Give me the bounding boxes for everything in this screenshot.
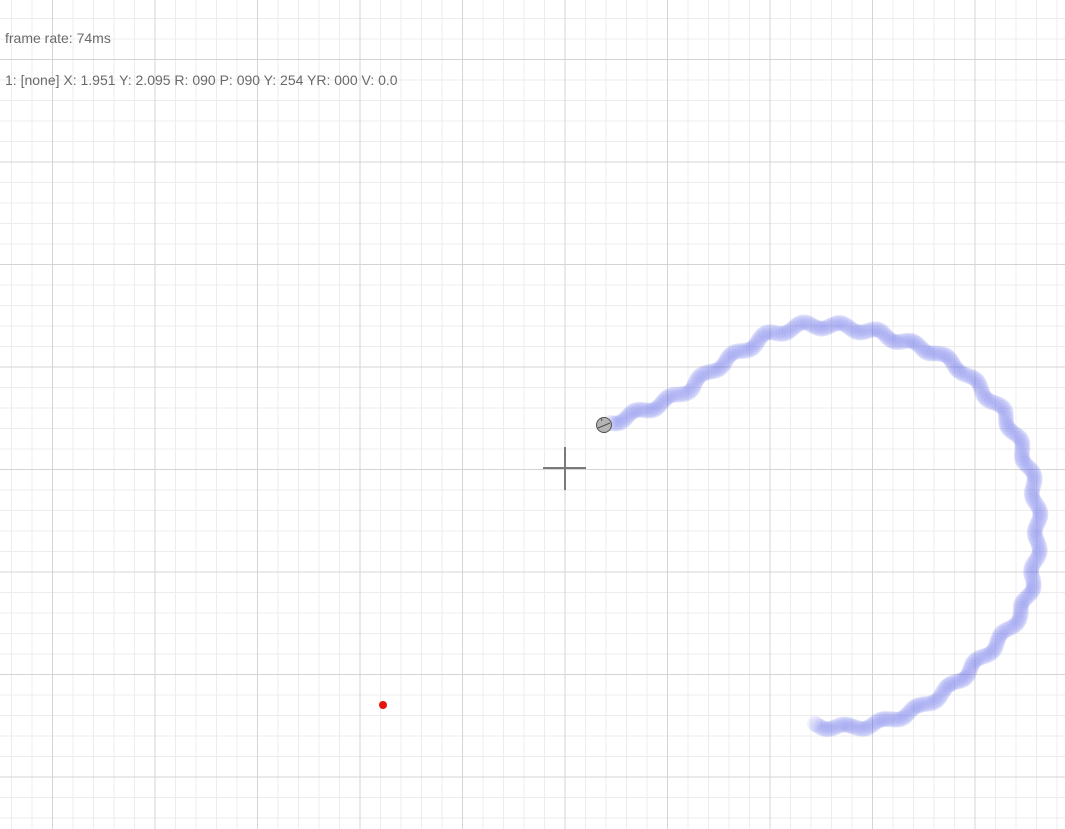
trail-point	[807, 715, 824, 732]
target-dot-icon	[379, 701, 387, 709]
crosshair-icon	[543, 447, 586, 490]
scene-layer	[379, 314, 1049, 738]
flight-trail	[602, 314, 1049, 738]
drone-marker-icon[interactable]	[596, 417, 612, 433]
